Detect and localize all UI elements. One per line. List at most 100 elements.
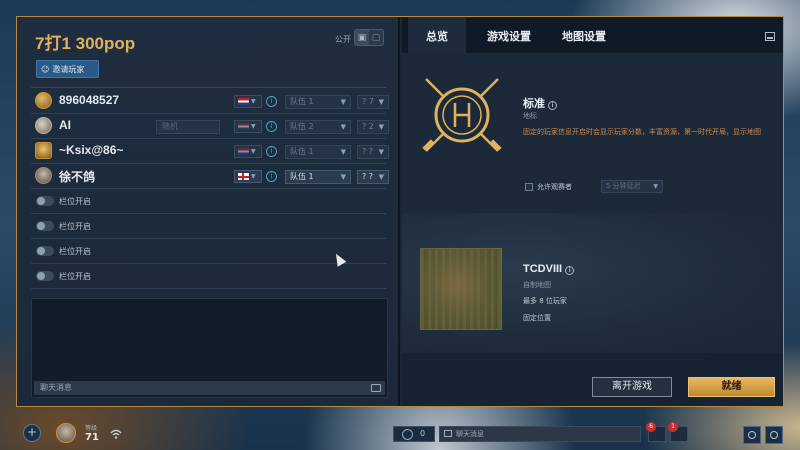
flag-icon <box>238 98 249 105</box>
map-thumbnail[interactable] <box>420 248 502 330</box>
mode-title-text: 标准 <box>523 97 545 110</box>
info-icon[interactable]: i <box>266 121 277 132</box>
chevron-down-icon: ▼ <box>378 173 384 181</box>
chat-input[interactable]: 聊天消息 <box>34 381 385 395</box>
player-row: 896048527 ▼ i 队伍 1 ▼ ? 7 ▼ <box>31 89 389 114</box>
notification-badge: 1 <box>668 422 678 432</box>
settings-button[interactable] <box>743 426 761 444</box>
player-list-panel: 7打1 300pop 公开 ▣ ▢ ☺ 邀请玩家 896048527 ▼ i 队… <box>17 17 400 406</box>
lock-icon: ▣ <box>355 30 369 45</box>
spectator-checkbox[interactable] <box>525 183 533 191</box>
leave-game-button[interactable]: 离开游戏 <box>592 377 672 397</box>
chevron-down-icon: ▼ <box>251 123 256 130</box>
public-toggle[interactable]: ▣ ▢ <box>354 29 384 46</box>
spectator-delay-select[interactable]: 5 分钟延迟 ▼ <box>601 180 663 193</box>
notification-badge: 6 <box>646 422 656 432</box>
level-value: 71 <box>85 432 99 443</box>
team-select[interactable]: 队伍 2 ▼ <box>285 120 351 134</box>
ready-button[interactable]: 就绪 <box>688 377 775 397</box>
slot-toggle[interactable] <box>36 246 54 256</box>
team-label: 队伍 2 <box>290 122 314 131</box>
team-select[interactable]: 队伍 1 ▼ <box>285 145 351 159</box>
player-row: AI 随机 ▼ i 队伍 2 ▼ ? 2 ▼ <box>31 114 389 139</box>
map-title-text: TCDVIII <box>523 263 563 275</box>
slot-toggle[interactable] <box>36 221 54 231</box>
notification-button[interactable]: 6 <box>646 422 666 442</box>
lobby-window: 7打1 300pop 公开 ▣ ▢ ☺ 邀请玩家 896048527 ▼ i 队… <box>16 16 784 407</box>
add-user-icon: ☺ <box>41 64 50 74</box>
room-title: 7打1 300pop <box>35 34 136 53</box>
allow-spectators[interactable]: 允许观赛者 <box>525 182 572 192</box>
chevron-down-icon: ▼ <box>251 148 256 155</box>
player-avatar <box>35 142 52 159</box>
invite-players-button[interactable]: ☺ 邀请玩家 <box>36 60 99 78</box>
wifi-icon <box>110 429 122 439</box>
chevron-down-icon: ▼ <box>378 123 384 131</box>
chat-bubble-icon <box>444 430 452 437</box>
spectator-delay-label: 5 分钟延迟 <box>606 182 641 190</box>
level-label: 等级 <box>85 425 98 432</box>
info-icon[interactable]: i <box>565 266 575 275</box>
info-icon[interactable]: i <box>548 101 557 110</box>
civ-flag-select[interactable]: ▼ <box>234 145 262 158</box>
color-select[interactable]: ? 2 ▼ <box>357 120 389 134</box>
color-label: ? ? <box>362 172 374 181</box>
chat-bubble-icon[interactable] <box>371 384 381 392</box>
spectator-label: 允许观赛者 <box>537 183 572 191</box>
lobby-actions: 离开游戏 就绪 <box>402 353 783 406</box>
tab-game-settings[interactable]: 游戏设置 <box>487 17 531 53</box>
civ-flag-select[interactable]: ▼ <box>234 170 262 183</box>
slot-label: 栏位开启 <box>59 197 91 206</box>
slot-label: 栏位开启 <box>59 247 91 256</box>
chevron-down-icon: ▼ <box>378 98 384 106</box>
team-label: 队伍 1 <box>290 172 314 181</box>
team-label: 队伍 1 <box>290 147 314 156</box>
info-icon[interactable]: i <box>266 146 277 157</box>
civ-flag-select[interactable]: ▼ <box>234 95 262 108</box>
color-select[interactable]: ? ? ▼ <box>357 145 389 159</box>
gear-icon <box>748 431 756 439</box>
player-avatar <box>35 167 52 184</box>
public-label: 公开 <box>335 35 351 44</box>
friends-button[interactable]: 0 <box>393 426 435 442</box>
tab-map-settings[interactable]: 地图设置 <box>562 17 606 53</box>
player-row: 徐不鸽 ▼ i 队伍 1 ▼ ? ? ▼ <box>31 164 389 189</box>
player-name: 896048527 <box>59 93 120 107</box>
team-select[interactable]: 队伍 1 ▼ <box>285 95 351 109</box>
profile-avatar[interactable] <box>56 423 76 443</box>
team-select[interactable]: 队伍 1 ▼ <box>285 170 351 184</box>
divider <box>31 87 386 88</box>
map-position-mode: 固定位置 <box>523 314 551 322</box>
ai-difficulty-select[interactable]: 随机 <box>156 120 220 134</box>
player-name: 徐不鸽 <box>59 170 96 184</box>
ai-difficulty-label: 随机 <box>162 122 178 131</box>
flag-icon <box>238 173 249 180</box>
map-subtitle: 自制地图 <box>523 281 551 289</box>
power-icon <box>770 431 778 439</box>
player-name: ~Ksix@86~ <box>59 143 124 157</box>
chevron-down-icon: ▼ <box>251 98 256 105</box>
info-icon[interactable]: i <box>266 171 277 182</box>
info-icon[interactable]: i <box>266 96 277 107</box>
global-chat-input[interactable]: 聊天消息 <box>439 426 641 442</box>
slot-toggle[interactable] <box>36 196 54 206</box>
power-button[interactable] <box>765 426 783 444</box>
flag-icon <box>238 123 249 130</box>
lobby-chat-log[interactable]: 聊天消息 <box>31 298 388 398</box>
player-row: ~Ksix@86~ ▼ i 队伍 1 ▼ ? ? ▼ <box>31 139 389 164</box>
party-button[interactable]: 1 <box>668 422 688 442</box>
mode-subtitle: 地标 <box>523 112 537 120</box>
mode-title: 标准 i <box>523 95 557 111</box>
chevron-down-icon: ▼ <box>340 173 346 181</box>
slot-toggle[interactable] <box>36 271 54 281</box>
open-slot-row: 栏位开启 <box>31 214 386 239</box>
tab-overview[interactable]: 总览 <box>408 17 466 53</box>
color-select[interactable]: ? ? ▼ <box>357 170 389 184</box>
civ-flag-select[interactable]: ▼ <box>234 120 262 133</box>
chat-placeholder: 聊天消息 <box>40 383 72 392</box>
team-label: 队伍 1 <box>290 97 314 106</box>
minimize-icon[interactable] <box>765 32 775 41</box>
color-select[interactable]: ? 7 ▼ <box>357 95 389 109</box>
add-button[interactable]: + <box>23 424 41 442</box>
game-mode-section: 标准 i 地标 固定的玩家信息开启时会显示玩家分数，丰富资源，第一时代开局，显示地… <box>402 53 783 213</box>
